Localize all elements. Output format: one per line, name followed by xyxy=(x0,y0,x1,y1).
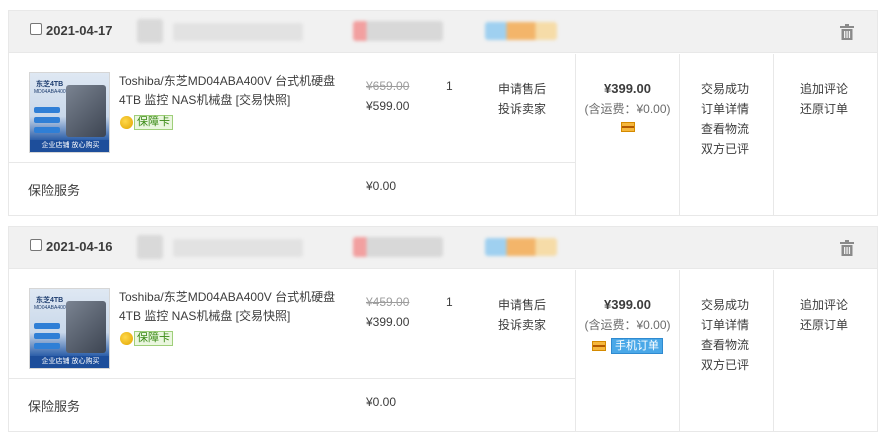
trash-icon[interactable] xyxy=(839,24,855,40)
shield-icon xyxy=(120,115,133,129)
restore-order-link[interactable]: 还原订单 xyxy=(800,99,848,119)
redacted-contact xyxy=(485,238,557,256)
product-title-link[interactable]: Toshiba/东芝MD04ABA400V 台式机硬盘4TB 监控 NAS机械盘… xyxy=(119,288,347,326)
card-icon xyxy=(592,341,606,351)
order-detail-link[interactable]: 订单详情 xyxy=(701,99,749,119)
order-detail-link[interactable]: 订单详情 xyxy=(701,315,749,335)
insurance-label: 保险服务 xyxy=(28,399,81,414)
badge-label: 保障卡 xyxy=(134,330,173,346)
add-review-link[interactable]: 追加评论 xyxy=(800,295,848,315)
redacted-seller xyxy=(353,21,443,41)
order-date: 2021-04-16 xyxy=(46,239,113,254)
original-price: ¥659.00 xyxy=(366,79,410,93)
product-thumbnail[interactable]: 东芝4TB MD04ABA400V 企业店铺 放心购买 xyxy=(29,288,110,369)
guarantee-badge[interactable]: 保障卡 xyxy=(120,330,173,346)
restore-order-link[interactable]: 还原订单 xyxy=(800,315,848,335)
action-links: 追加评论 还原订单 xyxy=(800,295,848,335)
shipping-fee: (含运费：¥0.00) xyxy=(584,102,671,116)
apply-after-sale-link[interactable]: 申请售后 xyxy=(498,295,546,315)
service-links: 申请售后 投诉卖家 xyxy=(498,295,546,335)
thumb-footer: 企业店铺 放心购买 xyxy=(30,356,109,368)
insurance-label: 保险服务 xyxy=(28,183,81,198)
redacted-order-number xyxy=(137,235,163,259)
view-logistics-link[interactable]: 查看物流 xyxy=(701,335,749,355)
order-body: 东芝4TB MD04ABA400V 企业店铺 放心购买 Toshiba/东芝MD… xyxy=(9,270,877,432)
hard-disk-image xyxy=(66,85,106,137)
order-date: 2021-04-17 xyxy=(46,23,113,38)
view-logistics-link[interactable]: 查看物流 xyxy=(701,119,749,139)
status-links: 交易成功 订单详情 查看物流 双方已评 xyxy=(701,79,749,159)
insurance-price: ¥0.00 xyxy=(366,395,397,409)
order-total: ¥399.00 (含运费：¥0.00) xyxy=(576,79,679,132)
redacted-seller xyxy=(353,237,443,257)
add-review-link[interactable]: 追加评论 xyxy=(800,79,848,99)
quantity: 1 xyxy=(446,295,453,309)
insurance-price: ¥0.00 xyxy=(366,179,397,193)
unit-price: ¥399.00 xyxy=(366,315,410,329)
thumb-title: 东芝4TB xyxy=(36,81,64,88)
service-links: 申请售后 投诉卖家 xyxy=(498,79,546,119)
thumb-footer: 企业店铺 放心购买 xyxy=(30,140,109,152)
hard-disk-image xyxy=(66,301,106,353)
trade-success-status[interactable]: 交易成功 xyxy=(701,79,749,99)
badge-label: 保障卡 xyxy=(134,114,173,130)
action-links: 追加评论 还原订单 xyxy=(800,79,848,119)
redacted-shop-name xyxy=(173,239,303,257)
trade-success-status[interactable]: 交易成功 xyxy=(701,295,749,315)
product-title-link[interactable]: Toshiba/东芝MD04ABA400V 台式机硬盘4TB 监控 NAS机械盘… xyxy=(119,72,347,110)
order-card: 2021-04-16 东芝4TB MD04ABA400V 企业店铺 放心购买 T… xyxy=(8,226,878,432)
order-header: 2021-04-16 xyxy=(9,227,877,269)
order-select-checkbox[interactable] xyxy=(30,23,42,35)
order-card: 2021-04-17 东芝4TB MD04ABA400V 企业店铺 放心购买 T… xyxy=(8,10,878,216)
order-total: ¥399.00 (含运费：¥0.00) 手机订单 xyxy=(576,295,679,354)
redacted-contact xyxy=(485,22,557,40)
order-select-checkbox[interactable] xyxy=(30,239,42,251)
unit-price: ¥599.00 xyxy=(366,99,410,113)
quantity: 1 xyxy=(446,79,453,93)
product-thumbnail[interactable]: 东芝4TB MD04ABA400V 企业店铺 放心购买 xyxy=(29,72,110,153)
thumb-model: MD04ABA400V xyxy=(34,305,70,311)
card-icon xyxy=(620,122,635,132)
order-body: 东芝4TB MD04ABA400V 企业店铺 放心购买 Toshiba/东芝MD… xyxy=(9,54,877,216)
apply-after-sale-link[interactable]: 申请售后 xyxy=(498,79,546,99)
status-links: 交易成功 订单详情 查看物流 双方已评 xyxy=(701,295,749,375)
redacted-shop-name xyxy=(173,23,303,41)
trash-icon[interactable] xyxy=(839,240,855,256)
complain-seller-link[interactable]: 投诉卖家 xyxy=(498,99,546,119)
both-rated-link[interactable]: 双方已评 xyxy=(701,355,749,375)
mobile-order-tag: 手机订单 xyxy=(611,338,663,354)
shield-icon xyxy=(120,331,133,345)
thumb-title: 东芝4TB xyxy=(36,297,64,304)
guarantee-badge[interactable]: 保障卡 xyxy=(120,114,173,130)
thumb-model: MD04ABA400V xyxy=(34,89,70,95)
both-rated-link[interactable]: 双方已评 xyxy=(701,139,749,159)
total-amount: ¥399.00 xyxy=(604,81,651,96)
redacted-order-number xyxy=(137,19,163,43)
complain-seller-link[interactable]: 投诉卖家 xyxy=(498,315,546,335)
total-amount: ¥399.00 xyxy=(604,297,651,312)
order-header: 2021-04-17 xyxy=(9,11,877,53)
original-price: ¥459.00 xyxy=(366,295,410,309)
shipping-fee: (含运费：¥0.00) xyxy=(584,318,671,332)
